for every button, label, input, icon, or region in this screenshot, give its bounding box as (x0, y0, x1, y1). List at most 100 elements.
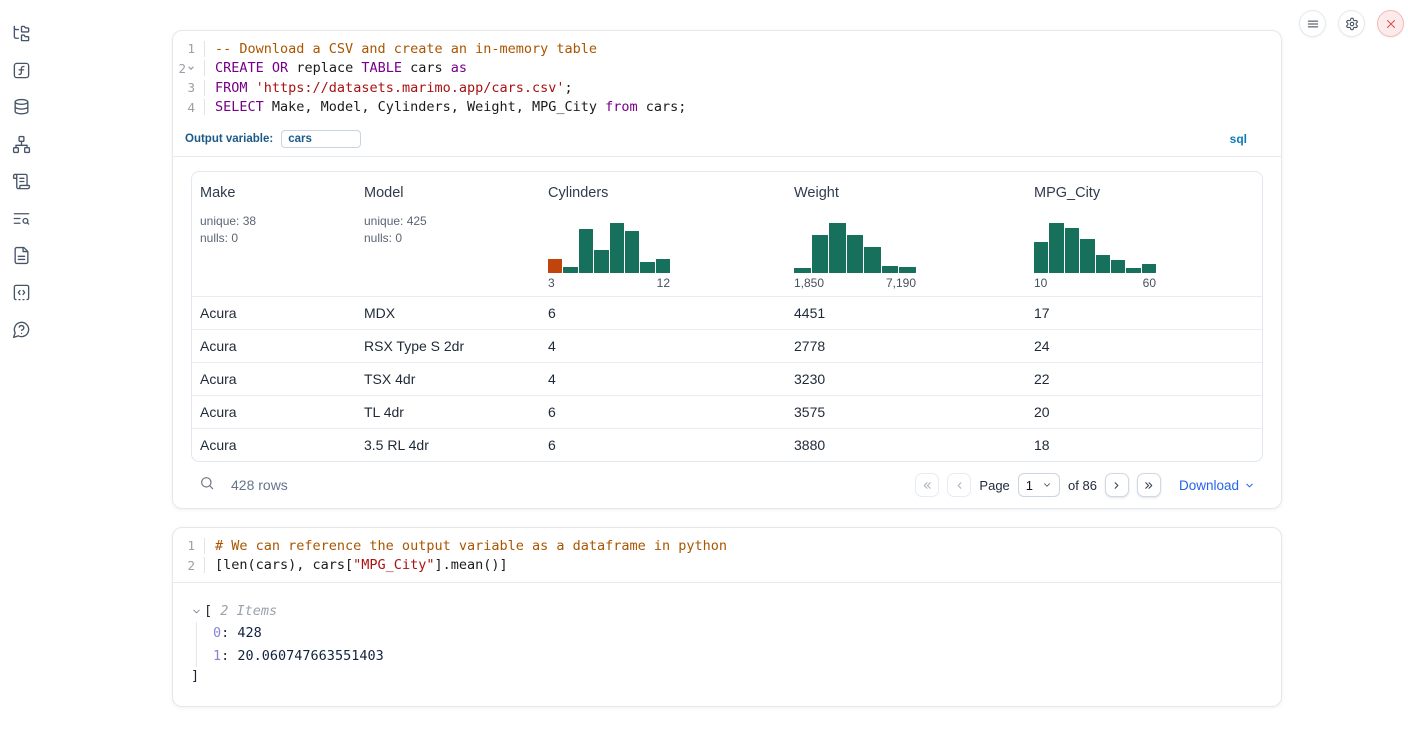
language-badge-sql[interactable]: sql (1230, 132, 1247, 146)
csv-url-string: 'https://datasets.marimo.app/cars.csv' (256, 80, 565, 96)
code-line: 1 -- Download a CSV and create an in-mem… (173, 39, 1281, 59)
file-explorer-tree-icon[interactable] (11, 23, 31, 43)
code-line: 2 [len(cars), cars["MPG_City"].mean()] (173, 556, 1281, 576)
column-title[interactable]: Weight (794, 185, 1026, 201)
settings-button[interactable] (1338, 10, 1365, 37)
column-header-model: Model unique: 425nulls: 0 (356, 185, 540, 290)
variables-function-icon[interactable] (11, 60, 31, 80)
table-row: AcuraTL 4dr6357520 (192, 395, 1262, 428)
histogram-bar (1049, 223, 1063, 273)
page-label: Page (979, 478, 1009, 493)
histogram-bar (899, 267, 916, 273)
menu-icon (1306, 17, 1320, 31)
chevrons-right-icon (1142, 479, 1155, 492)
snippets-code-icon[interactable] (11, 282, 31, 302)
dependency-graph-icon[interactable] (11, 134, 31, 154)
column-title[interactable]: Model (364, 185, 540, 201)
weight-histogram: 1,8507,190 (794, 223, 916, 290)
python-comment: # We can reference the output variable a… (215, 538, 727, 554)
code-text[interactable]: CREATE OR replace TABLE cars as (204, 60, 1281, 76)
output-variable-input[interactable] (281, 130, 361, 148)
histogram-bar (829, 223, 846, 273)
histogram-bar (1065, 228, 1079, 273)
histogram-bar (1111, 260, 1125, 273)
total-pages-label: of 86 (1068, 478, 1097, 493)
row-count: 428 rows (231, 477, 288, 493)
code-text[interactable]: FROM 'https://datasets.marimo.app/cars.c… (204, 80, 1281, 96)
tree-root: [ 2 Items (191, 603, 1263, 619)
previous-page-button[interactable] (947, 473, 971, 497)
page-number-select[interactable]: 1 (1018, 473, 1060, 497)
histogram-bar (656, 259, 670, 273)
code-line: 2 CREATE OR replace TABLE cars as (173, 59, 1281, 79)
datasources-database-icon[interactable] (11, 97, 31, 117)
hist-max-label: 7,190 (886, 276, 916, 290)
histogram-bar (610, 223, 624, 273)
hist-min-label: 3 (548, 276, 555, 290)
hist-max-label: 12 (657, 276, 670, 290)
table-row: Acura3.5 RL 4dr6388018 (192, 428, 1262, 461)
code-text[interactable]: SELECT Make, Model, Cylinders, Weight, M… (204, 99, 1281, 115)
histogram-bar (1142, 264, 1156, 273)
collapse-chevron-icon[interactable] (191, 606, 202, 617)
documentation-file-icon[interactable] (11, 245, 31, 265)
python-code-editor[interactable]: 1 # We can reference the output variable… (173, 528, 1281, 583)
fold-chevron-icon[interactable] (187, 64, 195, 72)
first-page-button[interactable] (915, 473, 939, 497)
close-bracket: ] (191, 668, 1263, 684)
logs-scroll-icon[interactable] (11, 171, 31, 191)
sql-comment: -- Download a CSV and create an in-memor… (215, 41, 597, 57)
table-header: Make unique: 38nulls: 0 Model unique: 42… (192, 172, 1262, 296)
histogram-bar (640, 262, 654, 273)
hist-min-label: 10 (1034, 276, 1047, 290)
code-line: 1 # We can reference the output variable… (173, 536, 1281, 556)
item-value: 20.060747663551403 (237, 648, 383, 664)
code-line: 3 FROM 'https://datasets.marimo.app/cars… (173, 78, 1281, 98)
python-output-tree: [ 2 Items 0: 428 1: 20.060747663551403 ] (173, 583, 1281, 706)
code-text[interactable]: [len(cars), cars["MPG_City"].mean()] (204, 557, 1281, 573)
tree-entries: 0: 428 1: 20.060747663551403 (196, 622, 1263, 667)
text-search-icon[interactable] (11, 208, 31, 228)
mpg-city-histogram: 1060 (1034, 223, 1156, 290)
output-variable-label: Output variable: (185, 133, 273, 145)
code-text[interactable]: -- Download a CSV and create an in-memor… (204, 41, 1281, 57)
column-header-cylinders: Cylinders 3 12 (540, 185, 786, 290)
last-page-button[interactable] (1137, 473, 1161, 497)
settings-gear-icon (1345, 17, 1359, 31)
column-header-mpg-city: MPG_City 1060 (1026, 185, 1262, 290)
sql-code-editor[interactable]: 1 -- Download a CSV and create an in-mem… (173, 31, 1281, 124)
menu-button[interactable] (1299, 10, 1326, 37)
help-chat-icon[interactable] (11, 319, 31, 339)
next-page-button[interactable] (1105, 473, 1129, 497)
column-title[interactable]: Cylinders (548, 185, 786, 201)
notebook-actions (1299, 10, 1404, 37)
column-stats: unique: 425nulls: 0 (364, 213, 540, 246)
histogram-bar (1034, 242, 1048, 273)
list-item: 0: 428 (213, 622, 1263, 645)
line-number: 2 (173, 61, 204, 76)
column-title[interactable]: Make (200, 185, 356, 201)
code-text[interactable]: # We can reference the output variable a… (204, 538, 1281, 554)
histogram-bar (864, 247, 881, 273)
column-stats: unique: 38nulls: 0 (200, 213, 356, 246)
download-button[interactable]: Download (1179, 478, 1255, 493)
histogram-bar (594, 250, 608, 273)
code-line: 4 SELECT Make, Model, Cylinders, Weight,… (173, 98, 1281, 118)
line-number: 1 (173, 538, 204, 553)
column-title[interactable]: MPG_City (1034, 185, 1262, 201)
cylinders-histogram: 3 12 (548, 223, 670, 290)
histogram-bar (625, 231, 639, 273)
python-cell: 1 # We can reference the output variable… (172, 527, 1282, 707)
item-count-label: 2 Items (212, 603, 277, 619)
shutdown-button[interactable] (1377, 10, 1404, 37)
search-icon[interactable] (199, 475, 215, 496)
open-bracket: [ (204, 603, 212, 619)
pagination: Page 1 of 86 (915, 473, 1161, 497)
output-variable-row: Output variable: sql (173, 124, 1281, 157)
list-item: 1: 20.060747663551403 (213, 645, 1263, 668)
chevrons-left-icon (921, 479, 934, 492)
line-number: 4 (173, 100, 204, 115)
line-number: 2 (173, 558, 204, 573)
item-value: 428 (237, 625, 261, 641)
chevron-down-icon (1042, 480, 1052, 490)
